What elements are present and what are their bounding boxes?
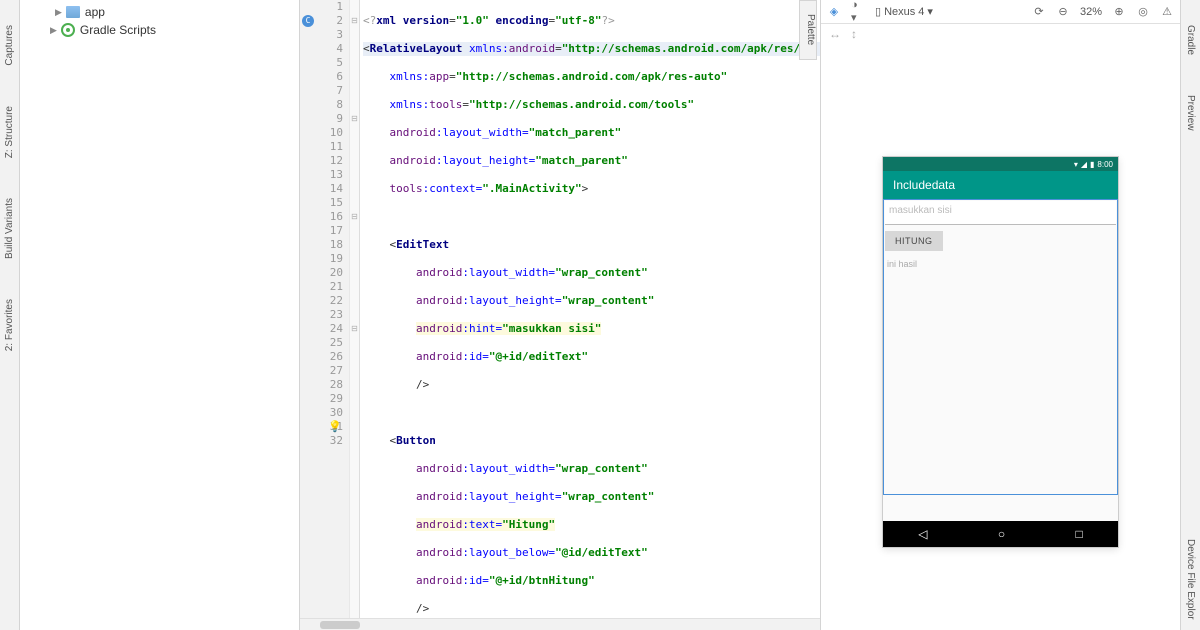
phone-icon: ▯ xyxy=(875,5,881,18)
fold-column[interactable]: ⊟⊟⊟⊟ xyxy=(350,0,360,630)
line-number: 32 xyxy=(300,434,343,448)
device-frame: ▾ ◢ ▮ 8:00 Includedata masukkan sisi HIT… xyxy=(883,157,1118,547)
layout-body[interactable]: masukkan sisi HITUNG ini hasil xyxy=(883,199,1118,521)
refresh-icon[interactable]: ⟳ xyxy=(1032,5,1046,19)
zoom-out-icon[interactable]: ⊖ xyxy=(1056,5,1070,19)
device-label: Nexus 4 xyxy=(884,6,924,18)
line-number: 23 xyxy=(300,308,343,322)
line-number: 18 xyxy=(300,238,343,252)
line-number: 26 xyxy=(300,350,343,364)
pan-controls[interactable]: ↔↕ xyxy=(821,24,1180,44)
class-icon: C xyxy=(302,15,314,27)
line-number: 8 xyxy=(300,98,343,112)
line-number: 10 xyxy=(300,126,343,140)
build-variants-tab[interactable]: Build Variants xyxy=(4,198,15,259)
line-number: 3 xyxy=(300,28,343,42)
captures-tab[interactable]: Captures xyxy=(4,25,15,66)
preview-toolbar: ◈ ◑ ▾ ▯ Nexus 4 ▾ ⟳ ⊖ 32% ⊕ ◎ ⚠ xyxy=(821,0,1180,24)
wifi-icon: ▾ xyxy=(1074,160,1078,169)
code-editor[interactable]: <?xml version="1.0" encoding="utf-8"?> <… xyxy=(360,0,820,630)
home-icon: ○ xyxy=(998,527,1005,541)
folder-icon xyxy=(66,6,80,18)
scroll-thumb[interactable] xyxy=(320,621,360,629)
tree-item-app[interactable]: ▶ app xyxy=(20,3,299,21)
line-number: 22 xyxy=(300,294,343,308)
line-number: 11 xyxy=(300,140,343,154)
eye-icon[interactable]: ◑ ▾ xyxy=(851,5,865,19)
nav-bar: ◁ ○ □ xyxy=(883,521,1118,547)
signal-icon: ◢ xyxy=(1081,160,1087,169)
tree-item-gradle[interactable]: ▶ Gradle Scripts xyxy=(20,21,299,39)
line-number: 16 xyxy=(300,210,343,224)
zoom-level: 32% xyxy=(1080,6,1102,18)
status-bar: ▾ ◢ ▮ 8:00 xyxy=(883,157,1118,171)
preview-canvas[interactable]: ▾ ◢ ▮ 8:00 Includedata masukkan sisi HIT… xyxy=(821,44,1180,630)
horizontal-scrollbar[interactable] xyxy=(300,618,820,630)
zoom-in-icon[interactable]: ⊕ xyxy=(1112,5,1126,19)
preview-tab[interactable]: Preview xyxy=(1185,95,1196,131)
pan-vertical-icon: ↕ xyxy=(851,27,857,41)
line-number: 14 xyxy=(300,182,343,196)
status-time: 8:00 xyxy=(1097,160,1113,169)
device-file-explorer-tab[interactable]: Device File Explor xyxy=(1185,539,1196,620)
intention-bulb-icon[interactable]: 💡 xyxy=(328,420,342,434)
editor-gutter[interactable]: C 1 2 3 4 5 6 7 8 9 10 11 12 13 14 15 16… xyxy=(300,0,350,630)
zoom-fit-icon[interactable]: ◎ xyxy=(1136,5,1150,19)
chevron-right-icon: ▶ xyxy=(55,7,62,18)
device-selector[interactable]: ▯ Nexus 4 ▾ xyxy=(875,5,933,18)
line-number: 17 xyxy=(300,224,343,238)
line-number: 30 xyxy=(300,406,343,420)
project-tree[interactable]: ▶ app ▶ Gradle Scripts xyxy=(20,0,300,630)
line-number: 19 xyxy=(300,252,343,266)
palette-tab[interactable]: Palette xyxy=(799,0,817,60)
preview-textview-result: ini hasil xyxy=(885,257,1116,271)
line-number: 28 xyxy=(300,378,343,392)
line-number: 12 xyxy=(300,154,343,168)
recents-icon: □ xyxy=(1076,527,1083,541)
battery-icon: ▮ xyxy=(1090,160,1094,169)
line-number: 15 xyxy=(300,196,343,210)
chevron-right-icon: ▶ xyxy=(50,25,57,36)
line-number: 29 xyxy=(300,392,343,406)
line-number: 24 xyxy=(300,322,343,336)
line-number: 20 xyxy=(300,266,343,280)
line-number: 25 xyxy=(300,336,343,350)
layers-icon[interactable]: ◈ xyxy=(827,5,841,19)
line-number: 6 xyxy=(300,70,343,84)
line-number: 9 xyxy=(300,112,343,126)
app-bar: Includedata xyxy=(883,171,1118,199)
pan-horizontal-icon: ↔ xyxy=(829,27,841,41)
gradle-icon xyxy=(61,23,75,37)
layout-preview-panel: ◈ ◑ ▾ ▯ Nexus 4 ▾ ⟳ ⊖ 32% ⊕ ◎ ⚠ ↔↕ ▾ ◢ ▮… xyxy=(820,0,1180,630)
favorites-tab[interactable]: 2: Favorites xyxy=(4,299,15,351)
gradle-tab[interactable]: Gradle xyxy=(1185,25,1196,55)
line-number: 7 xyxy=(300,84,343,98)
line-number: 13 xyxy=(300,168,343,182)
line-number: 1 xyxy=(300,0,343,14)
line-number: 5 xyxy=(300,56,343,70)
chevron-down-icon: ▾ xyxy=(927,5,933,18)
preview-button-hitung[interactable]: HITUNG xyxy=(885,231,943,251)
line-number: 4 xyxy=(300,42,343,56)
warning-icon[interactable]: ⚠ xyxy=(1160,5,1174,19)
tree-label: Gradle Scripts xyxy=(80,23,156,37)
back-icon: ◁ xyxy=(918,527,927,541)
right-tool-tabs: Gradle Preview Device File Explor xyxy=(1180,0,1200,630)
structure-tab[interactable]: Z: Structure xyxy=(4,106,15,158)
line-number: 27 xyxy=(300,364,343,378)
line-number: 21 xyxy=(300,280,343,294)
tree-label: app xyxy=(85,5,105,19)
preview-edittext[interactable]: masukkan sisi xyxy=(885,201,1116,225)
left-tool-tabs: Captures Z: Structure Build Variants 2: … xyxy=(0,0,20,630)
